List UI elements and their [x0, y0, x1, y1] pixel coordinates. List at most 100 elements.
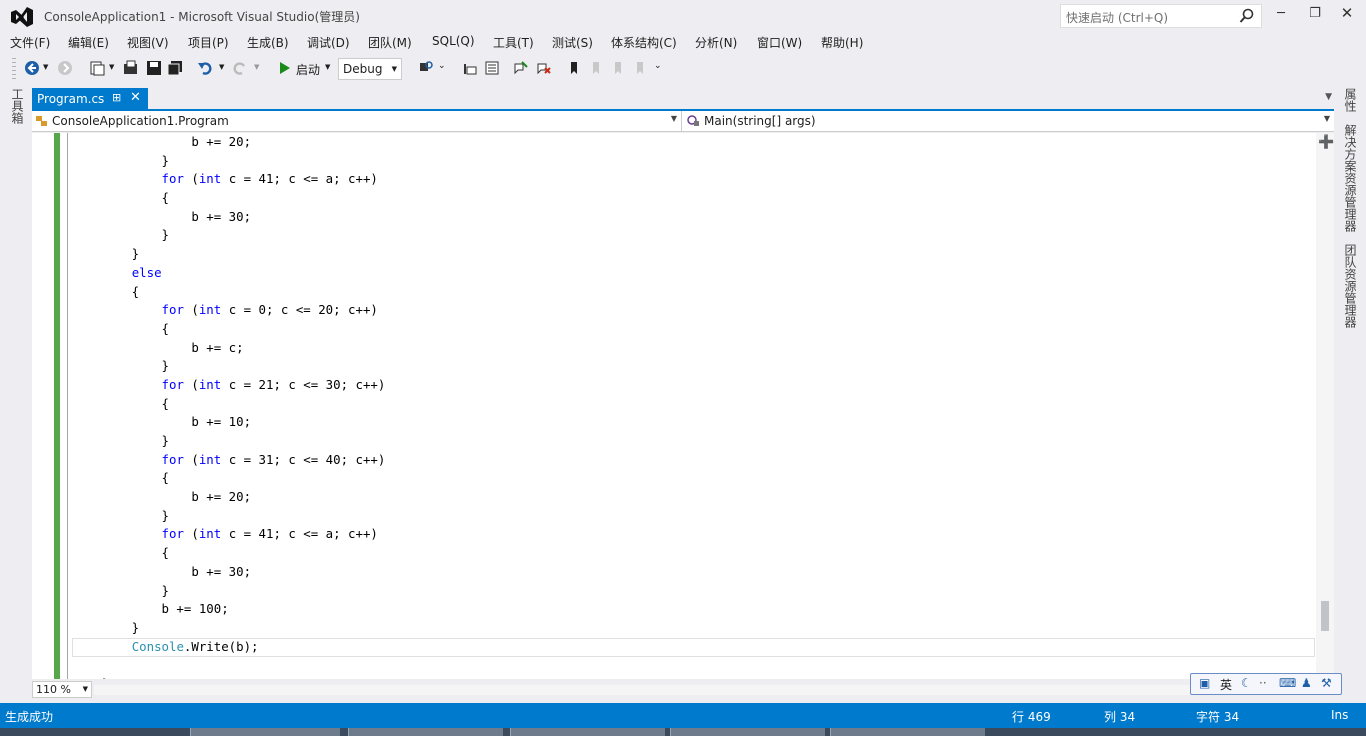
menu-help[interactable]: 帮助(H)	[821, 34, 863, 51]
redo-icon[interactable]	[232, 60, 248, 76]
undo-dropdown-icon[interactable]: ▼	[219, 63, 224, 71]
menu-file[interactable]: 文件(F)	[10, 34, 50, 51]
code-line[interactable]: }	[72, 432, 1314, 451]
open-file-icon[interactable]	[123, 60, 139, 76]
menu-tools[interactable]: 工具(T)	[493, 34, 534, 51]
zoom-select[interactable]: 110 % ▼	[32, 681, 92, 698]
toolbar-grip[interactable]	[12, 58, 16, 80]
code-editor[interactable]: b += 20; } for (int c = 41; c <= a; c++)…	[32, 133, 1334, 679]
pin-icon[interactable]: ⊞	[112, 91, 121, 104]
menu-test[interactable]: 测试(S)	[552, 34, 593, 51]
forward-icon[interactable]	[57, 60, 73, 76]
code-line[interactable]: for (int c = 31; c <= 40; c++)	[72, 451, 1314, 470]
menu-architecture[interactable]: 体系结构(C)	[611, 34, 677, 51]
code-line[interactable]: }	[72, 582, 1314, 601]
uncomment-icon[interactable]	[536, 60, 552, 76]
menu-sql[interactable]: SQL(Q)	[432, 34, 475, 48]
code-line[interactable]: }	[72, 152, 1314, 171]
menu-window[interactable]: 窗口(W)	[757, 34, 802, 51]
menu-project[interactable]: 项目(P)	[188, 34, 229, 51]
code-line[interactable]: Console.Write(b);	[72, 638, 1314, 657]
code-line[interactable]: b += 30;	[72, 563, 1314, 582]
quick-launch-input[interactable]: 快速启动 (Ctrl+Q)	[1060, 4, 1262, 28]
taskbar-item[interactable]	[348, 728, 503, 736]
code-text[interactable]: b += 20; } for (int c = 41; c <= a; c++)…	[72, 133, 1314, 679]
code-line[interactable]: for (int c = 41; c <= a; c++)	[72, 525, 1314, 544]
solution-configuration-select[interactable]: Debug ▼	[338, 58, 402, 80]
code-line[interactable]: for (int c = 0; c <= 20; c++)	[72, 301, 1314, 320]
search-icon[interactable]	[1239, 8, 1255, 24]
find-in-files-icon[interactable]	[418, 60, 434, 76]
taskbar-item[interactable]	[510, 728, 665, 736]
code-line[interactable]: {	[72, 283, 1314, 302]
moon-icon[interactable]: ☾	[1241, 676, 1252, 690]
restore-button[interactable]: ❐	[1304, 6, 1326, 24]
type-selector[interactable]: ConsoleApplication1.Program ▼	[32, 111, 682, 132]
ime-toolbar[interactable]: ▣ 英 ☾ ·· ⌨ ♟ ⚒	[1190, 673, 1342, 695]
scrollbar-thumb[interactable]	[1321, 601, 1329, 631]
code-line[interactable]	[72, 656, 1314, 675]
vertical-scrollbar[interactable]: ➕	[1316, 133, 1334, 679]
menu-team[interactable]: 团队(M)	[368, 34, 412, 51]
code-line[interactable]: }	[72, 357, 1314, 376]
code-line[interactable]: }	[72, 245, 1314, 264]
new-project-icon[interactable]	[89, 60, 105, 76]
code-line[interactable]: for (int c = 41; c <= a; c++)	[72, 170, 1314, 189]
code-line[interactable]: b += 20;	[72, 133, 1314, 152]
previous-bookmark-icon[interactable]	[588, 60, 604, 76]
properties-tab[interactable]: 属性	[1342, 88, 1359, 112]
code-line[interactable]: b += 30;	[72, 208, 1314, 227]
code-line[interactable]: b += 10;	[72, 413, 1314, 432]
undo-icon[interactable]	[197, 60, 213, 76]
ime-language[interactable]: 英	[1220, 676, 1232, 693]
toolbar-options-icon[interactable]: ⌄	[438, 61, 446, 71]
save-icon[interactable]	[146, 60, 162, 76]
menu-edit[interactable]: 编辑(E)	[68, 34, 109, 51]
next-bookmark-icon[interactable]	[610, 60, 626, 76]
punctuation-icon[interactable]: ··	[1259, 676, 1267, 690]
member-selector[interactable]: Main(string[] args) ▼	[684, 111, 1334, 132]
back-dropdown-icon[interactable]: ▼	[43, 63, 48, 71]
code-line[interactable]: {	[72, 395, 1314, 414]
wrench-icon[interactable]: ⚒	[1321, 676, 1332, 690]
code-line[interactable]: b += 20;	[72, 488, 1314, 507]
toolbox-tab[interactable]: 工具箱	[9, 88, 26, 124]
code-line[interactable]: else	[72, 264, 1314, 283]
taskbar-item[interactable]	[830, 728, 985, 736]
code-line[interactable]: {	[72, 469, 1314, 488]
start-debug-icon[interactable]	[277, 60, 293, 76]
close-tab-icon[interactable]: ✕	[130, 90, 141, 105]
code-line[interactable]: {	[72, 320, 1314, 339]
menu-build[interactable]: 生成(B)	[247, 34, 289, 51]
solution-explorer-tab[interactable]: 解决方案资源管理器	[1342, 124, 1359, 232]
close-button[interactable]: ✕	[1336, 4, 1358, 22]
taskbar-item[interactable]	[190, 728, 340, 736]
toggle-bookmark-icon[interactable]	[566, 60, 582, 76]
outdent-icon[interactable]	[484, 60, 500, 76]
menu-debug[interactable]: 调试(D)	[307, 34, 350, 51]
toolbar-options-icon-2[interactable]: ⌄	[654, 61, 662, 71]
back-icon[interactable]	[24, 60, 40, 76]
start-dropdown-icon[interactable]: ▼	[325, 63, 330, 71]
save-all-icon[interactable]	[167, 60, 183, 76]
code-line[interactable]: {	[72, 544, 1314, 563]
redo-dropdown-icon[interactable]: ▼	[254, 63, 259, 71]
menu-analyze[interactable]: 分析(N)	[695, 34, 737, 51]
start-button-label[interactable]: 启动	[296, 61, 320, 78]
code-line[interactable]: for (int c = 21; c <= 30; c++)	[72, 376, 1314, 395]
comment-icon[interactable]	[513, 60, 529, 76]
code-line[interactable]: {	[72, 189, 1314, 208]
code-line[interactable]: }	[72, 507, 1314, 526]
tab-overflow-icon[interactable]: ▼	[1325, 92, 1332, 102]
ime-logo-icon[interactable]: ▣	[1199, 676, 1210, 690]
code-line[interactable]: b += c;	[72, 339, 1314, 358]
bookmark-indent-icon[interactable]	[462, 60, 478, 76]
code-line[interactable]: b += 100;	[72, 600, 1314, 619]
keyboard-icon[interactable]: ⌨	[1279, 676, 1296, 690]
team-explorer-tab[interactable]: 团队资源管理器	[1342, 244, 1359, 328]
horizontal-scrollbar[interactable]	[94, 685, 1314, 695]
tab-program-cs[interactable]: Program.cs ⊞ ✕	[32, 88, 148, 111]
minimize-button[interactable]: ─	[1270, 6, 1292, 24]
code-line[interactable]: }	[72, 226, 1314, 245]
code-line[interactable]: }	[72, 619, 1314, 638]
